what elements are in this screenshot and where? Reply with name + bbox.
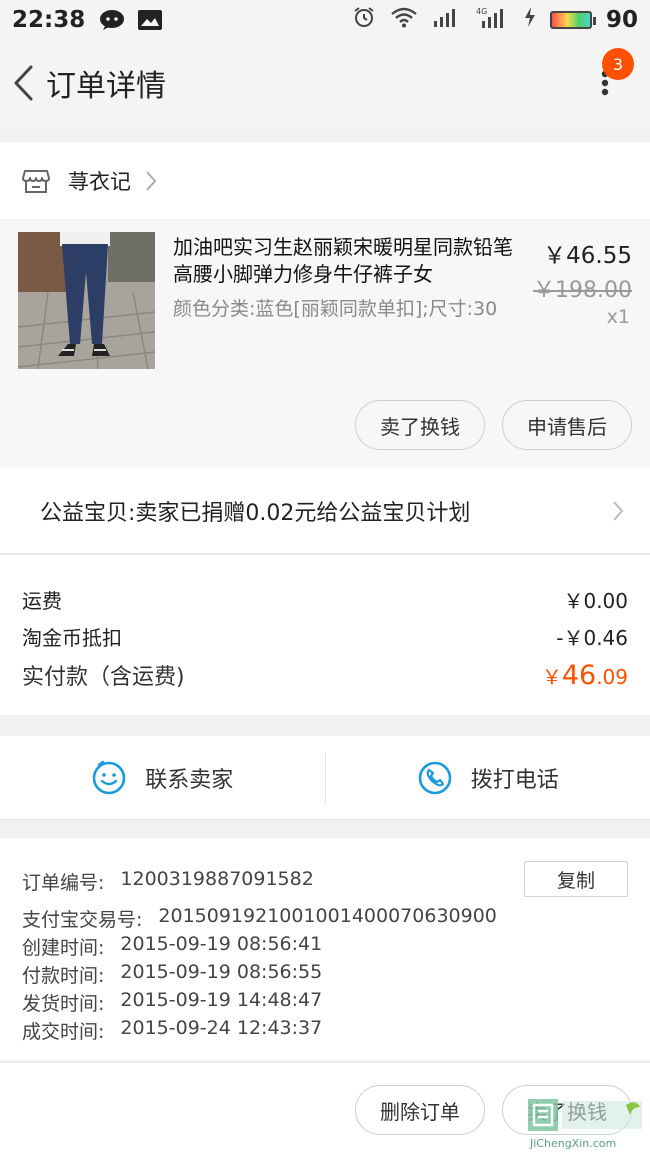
- item-title[interactable]: 加油吧实习生赵丽颖宋暖明星同款铅笔高腰小脚弹力修身牛仔裤子女: [173, 234, 523, 288]
- alipay-trade-row: 支付宝交易号: 2015091921001001400070630900: [22, 905, 497, 932]
- shipping-fee-value: ￥0.00: [563, 589, 628, 613]
- item-original-price: ￥198.00: [533, 278, 632, 303]
- order-number-value: 1200319887091582: [120, 868, 314, 890]
- svg-text:4G: 4G: [476, 7, 487, 16]
- battery-level: 90: [605, 7, 638, 33]
- chevron-right-icon: [146, 170, 157, 191]
- back-button[interactable]: [4, 40, 42, 126]
- created-time-row: 创建时间: 2015-09-19 08:56:41: [22, 933, 322, 960]
- nav-bar: 订单详情 3: [0, 40, 650, 126]
- contact-row: 联系卖家 拨打电话: [0, 736, 650, 820]
- completed-time-row: 成交时间: 2015-09-24 12:43:37: [22, 1017, 322, 1044]
- payment-time-value: 2015-09-19 08:56:55: [120, 961, 323, 983]
- shipping-time-value: 2015-09-19 14:48:47: [120, 989, 323, 1011]
- status-bar: 22:38 4G 90: [0, 0, 650, 40]
- wechat-icon: [99, 9, 125, 31]
- paid-amount-row: 实付款（含运费) ￥46.09: [22, 659, 628, 691]
- delete-order-button[interactable]: 删除订单: [355, 1085, 485, 1135]
- charging-icon: [524, 6, 536, 34]
- watermark-text: JiChengXin.com: [529, 1137, 616, 1150]
- alipay-trade-value: 2015091921001001400070630900: [158, 905, 497, 927]
- paid-amount-label: 实付款（含运费): [22, 665, 185, 690]
- battery-icon: [549, 11, 596, 29]
- fee-summary: 运费 ￥0.00 淘金币抵扣 -￥0.46 实付款（含运费) ￥46.09: [0, 555, 650, 715]
- call-phone-button[interactable]: 拨打电话: [326, 736, 650, 819]
- contact-seller-label: 联系卖家: [145, 767, 234, 793]
- order-info: 订单编号: 1200319887091582 复制 支付宝交易号: 201509…: [0, 838, 650, 1060]
- contact-seller-button[interactable]: 联系卖家: [0, 736, 325, 819]
- sell-for-cash-button[interactable]: 卖了换钱: [355, 400, 485, 450]
- copy-order-number-button[interactable]: 复制: [524, 861, 628, 897]
- order-number-row: 订单编号: 1200319887091582: [22, 868, 314, 895]
- alarm-icon: [352, 5, 376, 35]
- coin-deduction-row: 淘金币抵扣 -￥0.46: [22, 622, 628, 651]
- paid-decimal: .09: [596, 665, 628, 689]
- charity-row[interactable]: 公益宝贝:卖家已捐赠0.02元给公益宝贝计划: [0, 468, 650, 554]
- status-time: 22:38: [12, 7, 86, 33]
- store-icon: [22, 169, 50, 193]
- status-right-group: 4G 90: [352, 5, 638, 35]
- shipping-time-label: 发货时间:: [22, 993, 105, 1015]
- paid-currency: ￥: [541, 665, 562, 689]
- wifi-icon: [390, 6, 418, 34]
- chevron-left-icon: [14, 65, 33, 101]
- shipping-fee-row: 运费 ￥0.00: [22, 585, 628, 614]
- page-title: 订单详情: [46, 69, 166, 104]
- paid-integer: 46: [561, 660, 597, 691]
- request-after-sale-button[interactable]: 申请售后: [502, 400, 632, 450]
- paid-amount-value: ￥46.09: [542, 660, 628, 691]
- order-number-label: 订单编号:: [22, 872, 105, 894]
- item-price: ￥46.55: [543, 243, 632, 269]
- completed-time-label: 成交时间:: [22, 1021, 105, 1043]
- item-quantity: x1: [606, 306, 630, 328]
- notification-badge: 3: [602, 48, 634, 80]
- created-time-label: 创建时间:: [22, 937, 105, 959]
- item-thumbnail[interactable]: [18, 232, 155, 369]
- phone-icon: [418, 761, 452, 794]
- coin-deduction-label: 淘金币抵扣: [22, 626, 122, 650]
- watermark-logo: JiChengXin.com: [526, 1095, 646, 1153]
- signal-4g-icon: 4G: [476, 5, 510, 35]
- created-time-value: 2015-09-19 08:56:41: [120, 933, 323, 955]
- completed-time-value: 2015-09-24 12:43:37: [120, 1017, 323, 1039]
- call-phone-label: 拨打电话: [470, 767, 559, 793]
- payment-time-label: 付款时间:: [22, 965, 105, 987]
- charity-text: 公益宝贝:卖家已捐赠0.02元给公益宝贝计划: [40, 500, 471, 526]
- signal-icon: [432, 6, 462, 34]
- payment-time-row: 付款时间: 2015-09-19 08:56:55: [22, 961, 322, 988]
- item-spec: 颜色分类:蓝色[丽颖同款单扣];尺寸:30: [173, 298, 498, 320]
- coin-deduction-value: -￥0.46: [556, 626, 628, 650]
- chevron-right-icon: [613, 501, 624, 521]
- shop-name: 荨衣记: [68, 169, 131, 194]
- shipping-time-row: 发货时间: 2015-09-19 14:48:47: [22, 989, 322, 1016]
- shipping-fee-label: 运费: [22, 589, 62, 613]
- shop-row[interactable]: 荨衣记: [0, 142, 650, 220]
- image-message-icon: [137, 9, 163, 31]
- order-item[interactable]: 加油吧实习生赵丽颖宋暖明星同款铅笔高腰小脚弹力修身牛仔裤子女 颜色分类:蓝色[丽…: [0, 220, 650, 468]
- alipay-trade-label: 支付宝交易号:: [22, 909, 143, 931]
- chat-smile-icon: [92, 760, 126, 794]
